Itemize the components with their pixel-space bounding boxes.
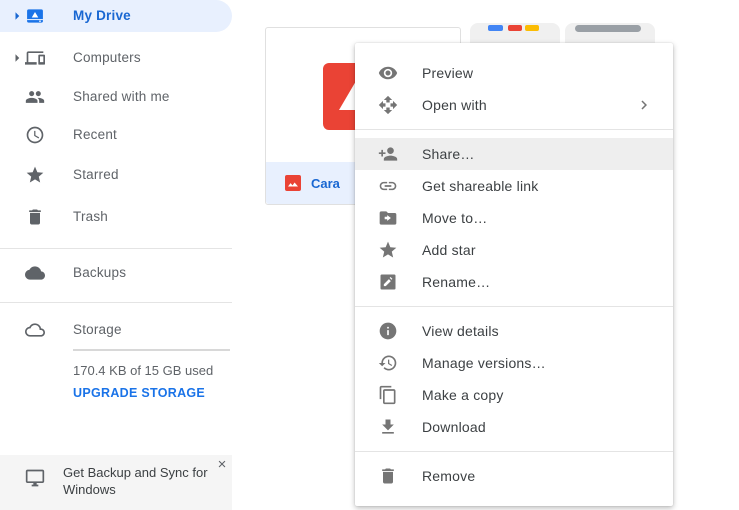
thumbnail-bar-blue: [488, 25, 503, 31]
sidebar-item-storage[interactable]: Storage: [0, 314, 232, 346]
google-drive-window: My Drive Computers Shared with me Recent: [0, 0, 739, 510]
menu-item-remove[interactable]: Remove: [355, 460, 673, 492]
download-icon: [378, 417, 398, 437]
menu-item-label: Get shareable link: [422, 178, 539, 194]
trash-icon: [378, 466, 398, 486]
sidebar-item-label: Backups: [73, 265, 127, 280]
menu-item-share[interactable]: Share…: [355, 138, 673, 170]
star-icon: [25, 165, 45, 185]
backup-sync-banner: Get Backup and Sync for Windows ×: [0, 455, 232, 510]
menu-item-label: Download: [422, 419, 486, 435]
drive-icon: [25, 6, 45, 26]
menu-item-label: Manage versions…: [422, 355, 546, 371]
context-menu: Preview Open with Share… Get shareable l…: [355, 43, 673, 506]
menu-item-make-a-copy[interactable]: Make a copy: [355, 379, 673, 411]
info-icon: [378, 321, 398, 341]
sidebar-item-backups[interactable]: Backups: [0, 257, 232, 289]
history-icon: [378, 353, 398, 373]
monitor-icon: [25, 468, 45, 488]
chevron-right-icon: [635, 96, 653, 114]
upgrade-storage-link[interactable]: UPGRADE STORAGE: [73, 386, 205, 400]
sidebar-divider: [0, 248, 232, 249]
open-with-icon: [378, 95, 398, 115]
file-card-partial[interactable]: [565, 23, 655, 43]
menu-item-label: Add star: [422, 242, 476, 258]
sidebar-item-label: Storage: [73, 322, 122, 337]
storage-usage-text: 170.4 KB of 15 GB used: [73, 363, 214, 378]
cloud-outline-icon: [25, 320, 45, 340]
close-icon[interactable]: ×: [214, 457, 230, 473]
menu-item-preview[interactable]: Preview: [355, 57, 673, 89]
clock-icon: [25, 125, 45, 145]
cloud-filled-icon: [25, 263, 45, 283]
menu-item-label: Share…: [422, 146, 475, 162]
menu-item-add-star[interactable]: Add star: [355, 234, 673, 266]
people-icon: [25, 87, 45, 107]
context-menu-group: Share… Get shareable link Move to… Add s…: [355, 130, 673, 306]
sidebar-item-label: Recent: [73, 127, 117, 142]
menu-item-view-details[interactable]: View details: [355, 315, 673, 347]
copy-icon: [378, 385, 398, 405]
file-name: Cara: [311, 175, 340, 191]
menu-item-manage-versions[interactable]: Manage versions…: [355, 347, 673, 379]
sidebar-item-label: Computers: [73, 50, 141, 65]
image-file-icon: [285, 175, 301, 191]
sidebar-item-shared-with-me[interactable]: Shared with me: [0, 81, 232, 113]
context-menu-group: View details Manage versions… Make a cop…: [355, 307, 673, 451]
eye-icon: [378, 63, 398, 83]
sidebar-item-my-drive[interactable]: My Drive: [0, 0, 232, 32]
menu-item-label: Open with: [422, 97, 487, 113]
thumbnail-bar-gray: [575, 25, 641, 32]
file-card-partial[interactable]: [470, 23, 560, 43]
sidebar-item-label: Trash: [73, 209, 109, 224]
sidebar-item-label: Starred: [73, 167, 119, 182]
menu-item-get-shareable-link[interactable]: Get shareable link: [355, 170, 673, 202]
menu-item-label: Move to…: [422, 210, 488, 226]
star-icon: [378, 240, 398, 260]
thumbnail-bar-red: [508, 25, 522, 31]
rename-icon: [378, 272, 398, 292]
menu-item-label: Remove: [422, 468, 476, 484]
storage-usage-bar: [73, 349, 230, 351]
menu-item-label: Rename…: [422, 274, 491, 290]
expand-arrow-icon[interactable]: [8, 7, 26, 25]
sidebar: My Drive Computers Shared with me Recent: [0, 0, 232, 510]
sidebar-item-computers[interactable]: Computers: [0, 42, 232, 74]
devices-icon: [25, 48, 45, 68]
folder-move-icon: [378, 208, 398, 228]
expand-arrow-icon[interactable]: [8, 49, 26, 67]
trash-icon: [25, 207, 45, 227]
banner-text: Get Backup and Sync for Windows: [63, 465, 208, 497]
person-add-icon: [378, 144, 398, 164]
menu-item-open-with[interactable]: Open with: [355, 89, 673, 121]
link-icon: [378, 176, 398, 196]
menu-item-download[interactable]: Download: [355, 411, 673, 443]
sidebar-item-trash[interactable]: Trash: [0, 201, 232, 233]
menu-item-label: View details: [422, 323, 499, 339]
context-menu-group: Preview Open with: [355, 43, 673, 129]
sidebar-item-label: My Drive: [73, 8, 131, 23]
sidebar-item-starred[interactable]: Starred: [0, 159, 232, 191]
menu-item-label: Make a copy: [422, 387, 504, 403]
sidebar-item-label: Shared with me: [73, 89, 170, 104]
menu-item-rename[interactable]: Rename…: [355, 266, 673, 298]
sidebar-divider: [0, 302, 232, 303]
sidebar-item-recent[interactable]: Recent: [0, 119, 232, 151]
menu-item-label: Preview: [422, 65, 474, 81]
menu-item-move-to[interactable]: Move to…: [355, 202, 673, 234]
thumbnail-bar-yellow: [525, 25, 539, 31]
context-menu-group: Remove: [355, 452, 673, 506]
